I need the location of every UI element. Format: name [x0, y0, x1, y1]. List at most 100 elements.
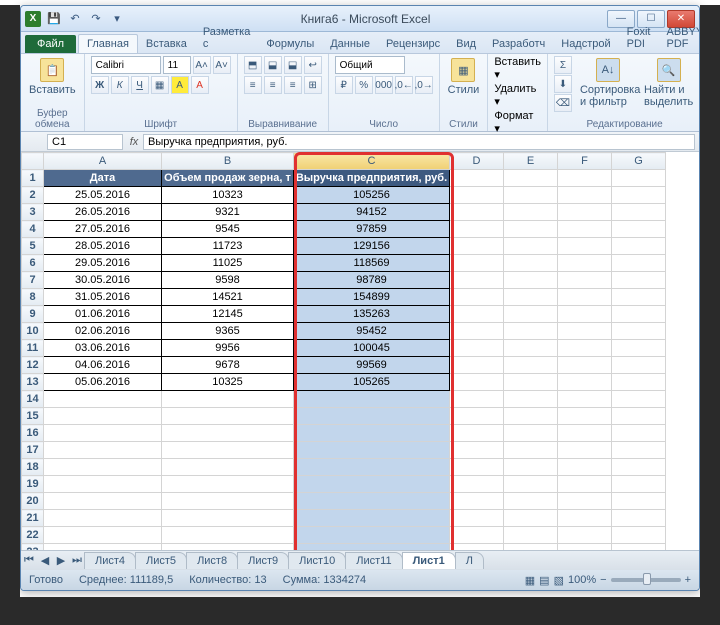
cell-E19[interactable]: [504, 476, 558, 493]
cell-A10[interactable]: 02.06.2016: [44, 323, 162, 340]
shrink-font-button[interactable]: A˅: [213, 56, 231, 74]
cell-C15[interactable]: [294, 408, 450, 425]
wrap-button[interactable]: ↩: [304, 56, 322, 74]
cell-A3[interactable]: 26.05.2016: [44, 204, 162, 221]
sheet-tab-Лист5[interactable]: Лист5: [135, 552, 187, 569]
tab-data[interactable]: Данные: [322, 35, 378, 53]
cell-B20[interactable]: [162, 493, 294, 510]
row-header-18[interactable]: 18: [22, 459, 44, 476]
cell-D3[interactable]: [450, 204, 504, 221]
cell-B12[interactable]: 9678: [162, 357, 294, 374]
font-size-select[interactable]: 11: [163, 56, 191, 74]
cell-A17[interactable]: [44, 442, 162, 459]
cell-G3[interactable]: [612, 204, 666, 221]
cell-C20[interactable]: [294, 493, 450, 510]
cell-E14[interactable]: [504, 391, 558, 408]
view-normal-icon[interactable]: ▦: [525, 574, 535, 587]
tab-insert[interactable]: Вставка: [138, 35, 195, 53]
cell-B22[interactable]: [162, 527, 294, 544]
cell-B6[interactable]: 11025: [162, 255, 294, 272]
cell-D9[interactable]: [450, 306, 504, 323]
row-header-22[interactable]: 22: [22, 527, 44, 544]
align-center-button[interactable]: ≡: [264, 76, 282, 94]
col-header-D[interactable]: D: [450, 153, 504, 170]
fx-icon[interactable]: fx: [125, 136, 143, 148]
grow-font-button[interactable]: A˄: [193, 56, 211, 74]
save-icon[interactable]: 💾: [45, 10, 63, 28]
cell-C18[interactable]: [294, 459, 450, 476]
row-header-16[interactable]: 16: [22, 425, 44, 442]
cell-A7[interactable]: 30.05.2016: [44, 272, 162, 289]
styles-button[interactable]: ▦Стили: [446, 56, 482, 98]
cell-B17[interactable]: [162, 442, 294, 459]
cell-D17[interactable]: [450, 442, 504, 459]
cell-G8[interactable]: [612, 289, 666, 306]
cell-B11[interactable]: 9956: [162, 340, 294, 357]
cell-F14[interactable]: [558, 391, 612, 408]
tab-abbyy[interactable]: ABBYY PDF: [659, 23, 701, 53]
cell-E22[interactable]: [504, 527, 558, 544]
cell-A21[interactable]: [44, 510, 162, 527]
paste-button[interactable]: 📋 Вставить: [27, 56, 78, 98]
col-header-C[interactable]: C: [294, 153, 450, 170]
cell-A15[interactable]: [44, 408, 162, 425]
qat-dropdown-icon[interactable]: ▾: [108, 10, 126, 28]
cell-E9[interactable]: [504, 306, 558, 323]
cell-G2[interactable]: [612, 187, 666, 204]
sheet-tab-Лист9[interactable]: Лист9: [237, 552, 289, 569]
zoom-out-button[interactable]: −: [600, 574, 606, 586]
zoom-slider[interactable]: [611, 578, 681, 582]
cell-G17[interactable]: [612, 442, 666, 459]
percent-button[interactable]: %: [355, 76, 373, 94]
sort-filter-button[interactable]: A↓Сортировка и фильтр: [578, 56, 638, 110]
cell-D11[interactable]: [450, 340, 504, 357]
cell-C16[interactable]: [294, 425, 450, 442]
cell-A4[interactable]: 27.05.2016: [44, 221, 162, 238]
cell-G7[interactable]: [612, 272, 666, 289]
align-right-button[interactable]: ≡: [284, 76, 302, 94]
cell-C22[interactable]: [294, 527, 450, 544]
row-header-9[interactable]: 9: [22, 306, 44, 323]
cell-E8[interactable]: [504, 289, 558, 306]
row-header-17[interactable]: 17: [22, 442, 44, 459]
row-header-7[interactable]: 7: [22, 272, 44, 289]
cell-E6[interactable]: [504, 255, 558, 272]
cell-D10[interactable]: [450, 323, 504, 340]
zoom-level[interactable]: 100%: [568, 574, 596, 586]
merge-button[interactable]: ⊞: [304, 76, 322, 94]
cell-E2[interactable]: [504, 187, 558, 204]
row-header-13[interactable]: 13: [22, 374, 44, 391]
cell-C5[interactable]: 129156: [294, 238, 450, 255]
cell-B2[interactable]: 10323: [162, 187, 294, 204]
cell-E4[interactable]: [504, 221, 558, 238]
cell-D1[interactable]: [450, 170, 504, 187]
cell-C19[interactable]: [294, 476, 450, 493]
cell-F15[interactable]: [558, 408, 612, 425]
cell-G16[interactable]: [612, 425, 666, 442]
cell-C8[interactable]: 154899: [294, 289, 450, 306]
col-header-A[interactable]: A: [44, 153, 162, 170]
cell-G18[interactable]: [612, 459, 666, 476]
undo-icon[interactable]: ↶: [66, 10, 84, 28]
cell-E10[interactable]: [504, 323, 558, 340]
cell-E21[interactable]: [504, 510, 558, 527]
cell-C11[interactable]: 100045: [294, 340, 450, 357]
cell-C6[interactable]: 118569: [294, 255, 450, 272]
cell-F18[interactable]: [558, 459, 612, 476]
sheet-tab-Лист4[interactable]: Лист4: [84, 552, 136, 569]
cell-F9[interactable]: [558, 306, 612, 323]
cell-D16[interactable]: [450, 425, 504, 442]
cell-C13[interactable]: 105265: [294, 374, 450, 391]
cell-F10[interactable]: [558, 323, 612, 340]
cell-F1[interactable]: [558, 170, 612, 187]
row-header-5[interactable]: 5: [22, 238, 44, 255]
sheet-tab-Лист8[interactable]: Лист8: [186, 552, 238, 569]
cell-A8[interactable]: 31.05.2016: [44, 289, 162, 306]
col-header-G[interactable]: G: [612, 153, 666, 170]
cell-F2[interactable]: [558, 187, 612, 204]
cell-F7[interactable]: [558, 272, 612, 289]
cell-C23[interactable]: [294, 544, 450, 551]
cell-B21[interactable]: [162, 510, 294, 527]
tab-addins[interactable]: Надстрой: [553, 35, 618, 53]
cell-B10[interactable]: 9365: [162, 323, 294, 340]
